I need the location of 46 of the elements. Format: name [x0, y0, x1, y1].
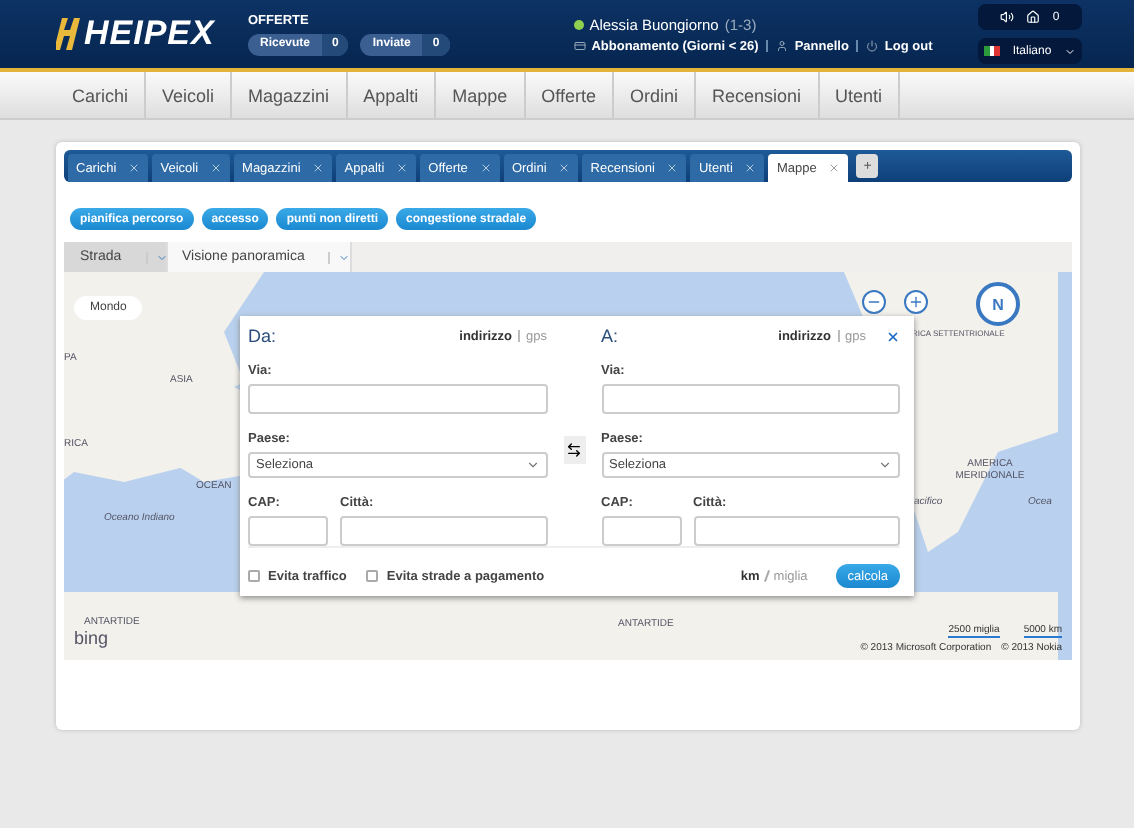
- city-input[interactable]: [693, 516, 900, 546]
- close-icon: [128, 162, 141, 174]
- close-icon: [396, 162, 409, 174]
- nav-item[interactable]: Veicoli: [146, 72, 233, 118]
- close-icon: [666, 162, 679, 174]
- logo-mark-icon: [56, 18, 80, 50]
- nav-item[interactable]: Carichi: [56, 72, 147, 118]
- close-icon: [558, 162, 571, 174]
- city-input[interactable]: [340, 516, 547, 546]
- close-icon[interactable]: [886, 329, 900, 343]
- nav-item[interactable]: Appalti: [347, 72, 437, 118]
- close-icon: [744, 162, 757, 174]
- checkbox[interactable]: [248, 570, 260, 582]
- nav-item[interactable]: Magazzini: [232, 72, 348, 118]
- zip-input[interactable]: [248, 516, 328, 546]
- zip-input[interactable]: [601, 516, 681, 546]
- plus-icon: [908, 294, 924, 310]
- caret-icon: [155, 251, 168, 263]
- home-icon: [1026, 10, 1041, 24]
- speaker-icon: [1000, 10, 1015, 24]
- street-input[interactable]: [248, 384, 547, 414]
- caret-icon: [1063, 45, 1076, 57]
- flag-icon: [984, 46, 1001, 56]
- caret-icon: [338, 251, 351, 263]
- caret-icon: [525, 458, 539, 472]
- nav-item[interactable]: Offerte: [525, 72, 614, 118]
- nav-item[interactable]: Utenti: [819, 72, 901, 118]
- nav-item[interactable]: Recensioni: [696, 72, 820, 118]
- swap-icon: [566, 442, 582, 458]
- close-icon: [210, 162, 223, 174]
- caret-icon: [878, 458, 892, 472]
- nav-item[interactable]: Mappe: [436, 72, 526, 118]
- close-icon: [828, 162, 841, 174]
- bing-logo: bing: [74, 628, 109, 648]
- logo: HEIPEX: [56, 14, 240, 54]
- swap-button[interactable]: [563, 436, 585, 464]
- card-icon: [573, 40, 586, 52]
- checkbox[interactable]: [366, 570, 379, 582]
- close-icon: [479, 162, 492, 174]
- user-icon: [776, 40, 789, 52]
- close-icon: [312, 162, 325, 174]
- street-input[interactable]: [601, 384, 900, 414]
- power-icon: [866, 40, 879, 52]
- route-end-title: Da:: [248, 326, 277, 346]
- route-end-title: A:: [601, 326, 619, 346]
- nav-item[interactable]: Ordini: [613, 72, 696, 118]
